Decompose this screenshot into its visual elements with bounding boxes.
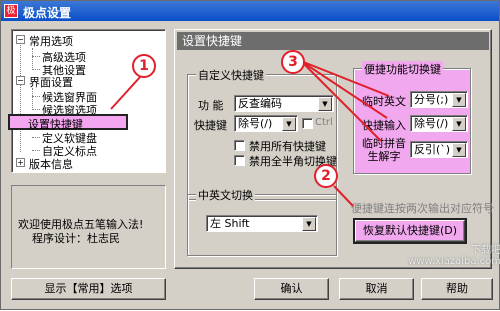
callout-2-icon: 2 (314, 164, 338, 188)
callout-3-icon: 3 (281, 50, 305, 74)
watermark: 下载吧 www.xiazaiba.com (408, 245, 500, 267)
settings-window: 极 极点设置 − 常用选项 高级选项 其他设置 − 界面设置 候选窗界面 候选窗… (0, 0, 500, 310)
callout-1-icon: 1 (132, 54, 156, 78)
